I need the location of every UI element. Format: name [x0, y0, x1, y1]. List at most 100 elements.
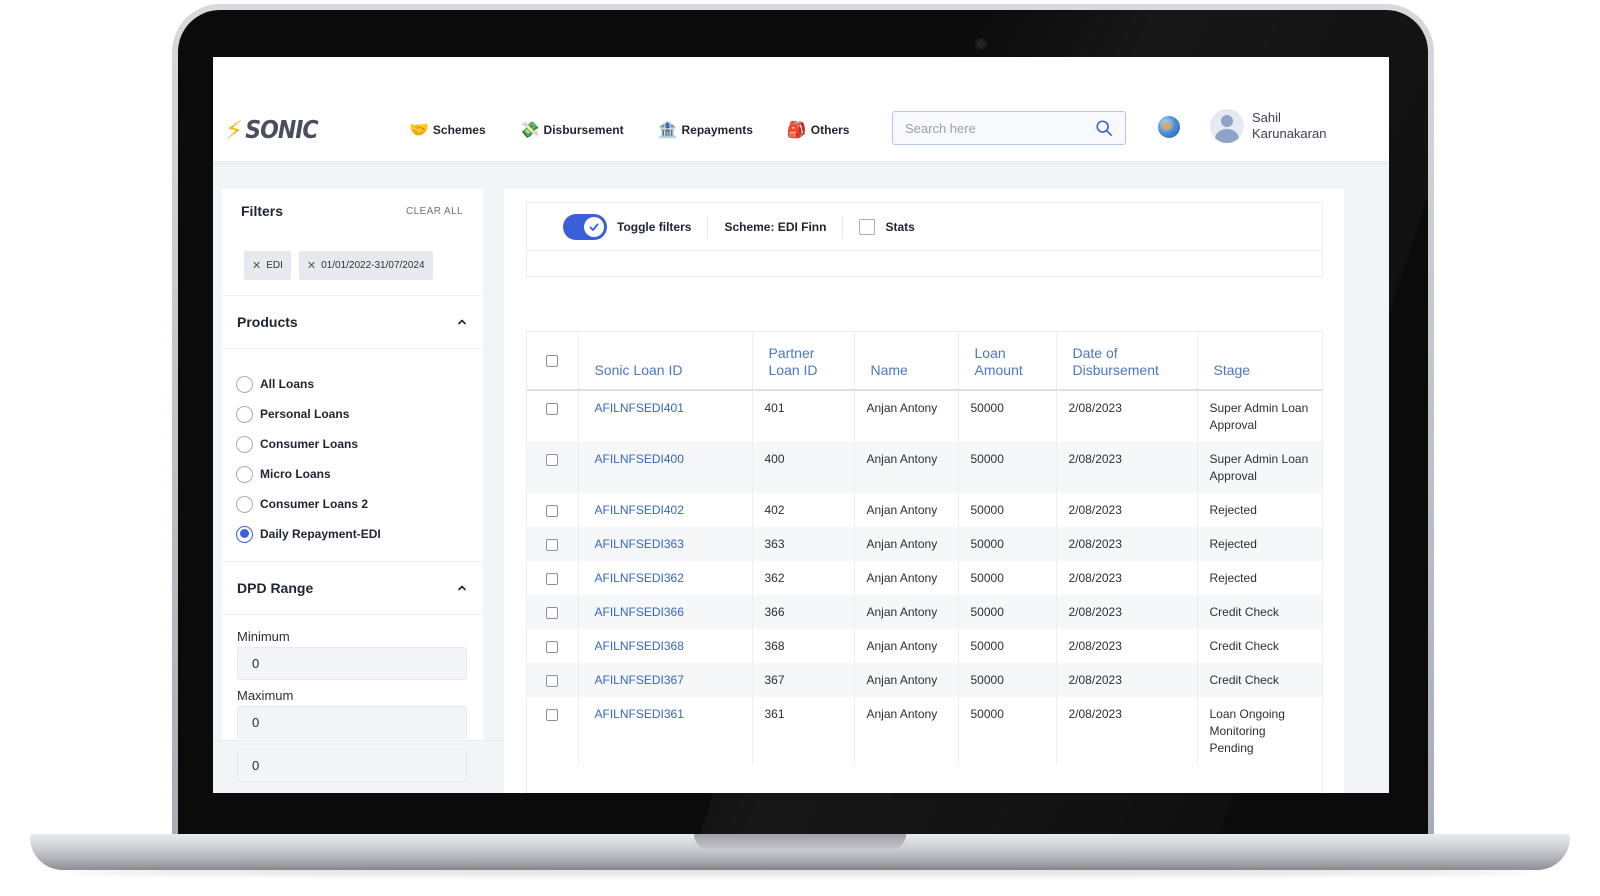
- filter-chip[interactable]: ✕ EDI: [244, 251, 291, 280]
- stats-checkbox[interactable]: [859, 218, 876, 235]
- table-row[interactable]: AFILNFSEDI362 362 Anjan Antony 50000 2/0…: [527, 561, 1322, 595]
- radio-button[interactable]: [236, 495, 253, 513]
- toggle-filters-switch[interactable]: [563, 213, 607, 240]
- filters-panel: Filters CLEAR ALL ✕ EDI ✕ 01/01/2022-31/…: [222, 189, 483, 793]
- range-extra-input[interactable]: [237, 749, 467, 782]
- nav-label: Disbursement: [543, 123, 624, 137]
- maximum-input[interactable]: [237, 706, 467, 739]
- app-screen: ⚡ SONIC 🤝 Schemes 💸 Disbursement 🏦 Repay…: [213, 57, 1389, 793]
- row-checkbox[interactable]: [546, 402, 559, 415]
- brand-logo[interactable]: ⚡ SONIC: [225, 115, 319, 145]
- row-checkbox[interactable]: [546, 538, 559, 551]
- loan-stage: Super Admin Loan Approval: [1209, 401, 1309, 432]
- minimum-input[interactable]: [237, 647, 467, 680]
- toolbar-row: Toggle filters Scheme: EDI Finn Stats: [527, 203, 1322, 251]
- loans-table: Sonic Loan ID Partner Loan ID Name Loan …: [527, 332, 1322, 765]
- table-row[interactable]: AFILNFSEDI402 402 Anjan Antony 50000 2/0…: [527, 493, 1322, 527]
- partner-loan-id: 400: [752, 442, 855, 493]
- laptop-shadow: [70, 868, 1530, 876]
- row-checkbox[interactable]: [546, 708, 559, 721]
- nav-item-others[interactable]: 🎒 Others: [787, 120, 850, 140]
- close-icon[interactable]: ✕: [252, 259, 261, 272]
- radio-button[interactable]: [236, 375, 253, 393]
- sonic-loan-id-link[interactable]: AFILNFSEDI361: [578, 697, 753, 765]
- loan-stage: Loan Ongoing Monitoring Pending: [1209, 707, 1285, 755]
- table-header-row: Sonic Loan ID Partner Loan ID Name Loan …: [527, 332, 1322, 391]
- column-header-loan-amount[interactable]: Loan Amount: [958, 332, 1057, 391]
- column-header-partner-loan-id[interactable]: Partner Loan ID: [752, 332, 855, 391]
- row-checkbox[interactable]: [546, 453, 559, 466]
- sonic-loan-id-link[interactable]: AFILNFSEDI363: [578, 527, 753, 561]
- radio-option[interactable]: Consumer Loans 2: [236, 489, 483, 519]
- table-row[interactable]: AFILNFSEDI363 363 Anjan Antony 50000 2/0…: [527, 527, 1322, 561]
- row-select-cell: [527, 697, 579, 765]
- column-header-name[interactable]: Name: [854, 332, 959, 391]
- borrower-name: Anjan Antony: [854, 663, 959, 697]
- nav-item-schemes[interactable]: 🤝 Schemes: [409, 120, 486, 140]
- filters-header: Filters CLEAR ALL: [222, 189, 483, 233]
- user-menu[interactable]: Sahil Karunakaran: [1210, 109, 1352, 143]
- search-input[interactable]: [905, 120, 1095, 136]
- radio-option[interactable]: Consumer Loans: [236, 429, 483, 459]
- globe-icon[interactable]: [1158, 116, 1180, 138]
- borrower-name: Anjan Antony: [854, 493, 959, 527]
- radio-button[interactable]: [236, 465, 253, 483]
- clear-all-button[interactable]: CLEAR ALL: [406, 206, 463, 217]
- radio-option[interactable]: All Loans: [236, 369, 483, 399]
- row-checkbox[interactable]: [546, 504, 559, 517]
- row-select-cell: [527, 390, 579, 442]
- section-title: Products: [237, 314, 298, 330]
- table-row[interactable]: AFILNFSEDI361 361 Anjan Antony 50000 2/0…: [527, 697, 1322, 765]
- products-section-header[interactable]: Products: [222, 296, 483, 348]
- borrower-name: Anjan Antony: [854, 697, 959, 765]
- radio-button-selected[interactable]: [236, 525, 253, 543]
- nav-item-repayments[interactable]: 🏦 Repayments: [658, 120, 753, 140]
- disbursement-date: 2/08/2023: [1056, 663, 1198, 697]
- top-bar: ⚡ SONIC 🤝 Schemes 💸 Disbursement 🏦 Repay…: [213, 57, 1389, 161]
- filters-title: Filters: [241, 203, 284, 219]
- handshake-icon: 🤝: [409, 122, 429, 139]
- table-toolbar: Toggle filters Scheme: EDI Finn Stats: [526, 202, 1323, 277]
- row-select-cell: [527, 663, 579, 697]
- sonic-loan-id-link[interactable]: AFILNFSEDI366: [578, 595, 753, 629]
- disbursement-date: 2/08/2023: [1056, 442, 1198, 493]
- radio-option[interactable]: Daily Repayment-EDI: [236, 519, 483, 549]
- sonic-loan-id-link[interactable]: AFILNFSEDI401: [578, 390, 753, 442]
- chip-label: EDI: [266, 260, 283, 271]
- radio-button[interactable]: [236, 435, 253, 453]
- column-header-stage[interactable]: Stage: [1197, 332, 1322, 391]
- loan-amount: 50000: [958, 595, 1057, 629]
- sonic-loan-id-link[interactable]: AFILNFSEDI368: [578, 629, 753, 663]
- row-checkbox[interactable]: [546, 674, 559, 687]
- sonic-loan-id-link[interactable]: AFILNFSEDI402: [578, 493, 753, 527]
- select-all-checkbox[interactable]: [546, 355, 559, 368]
- table-row[interactable]: AFILNFSEDI368 368 Anjan Antony 50000 2/0…: [527, 629, 1322, 663]
- close-icon[interactable]: ✕: [307, 259, 316, 272]
- nav-item-disbursement[interactable]: 💸 Disbursement: [520, 120, 624, 140]
- row-checkbox[interactable]: [546, 606, 559, 619]
- partner-loan-id: 401: [752, 390, 855, 442]
- row-checkbox[interactable]: [546, 572, 559, 585]
- sonic-loan-id-link[interactable]: AFILNFSEDI400: [578, 442, 753, 493]
- radio-option[interactable]: Micro Loans: [236, 459, 483, 489]
- filter-chip[interactable]: ✕ 01/01/2022-31/07/2024: [298, 251, 433, 280]
- column-header-sonic-loan-id[interactable]: Sonic Loan ID: [578, 332, 753, 391]
- sonic-loan-id-link[interactable]: AFILNFSEDI362: [578, 561, 753, 595]
- disbursement-date: 2/08/2023: [1056, 697, 1198, 765]
- loan-stage: Credit Check: [1197, 595, 1322, 629]
- radio-option[interactable]: Personal Loans: [236, 399, 483, 429]
- table-row[interactable]: AFILNFSEDI401 401 Anjan Antony 50000 2/0…: [527, 390, 1322, 442]
- search-icon[interactable]: [1095, 119, 1113, 137]
- borrower-name: Anjan Antony: [854, 527, 959, 561]
- borrower-name: Anjan Antony: [854, 561, 959, 595]
- table-row[interactable]: AFILNFSEDI400 400 Anjan Antony 50000 2/0…: [527, 442, 1322, 493]
- dpd-section-header[interactable]: DPD Range: [222, 562, 483, 614]
- table-row[interactable]: AFILNFSEDI366 366 Anjan Antony 50000 2/0…: [527, 595, 1322, 629]
- row-checkbox[interactable]: [546, 640, 559, 653]
- column-header-date-of-disbursement[interactable]: Date of Disbursement: [1056, 332, 1198, 391]
- sonic-loan-id-link[interactable]: AFILNFSEDI367: [578, 663, 753, 697]
- radio-button[interactable]: [236, 405, 253, 423]
- row-select-cell: [527, 442, 579, 493]
- table-row[interactable]: AFILNFSEDI367 367 Anjan Antony 50000 2/0…: [527, 663, 1322, 697]
- stats-label: Stats: [885, 219, 915, 234]
